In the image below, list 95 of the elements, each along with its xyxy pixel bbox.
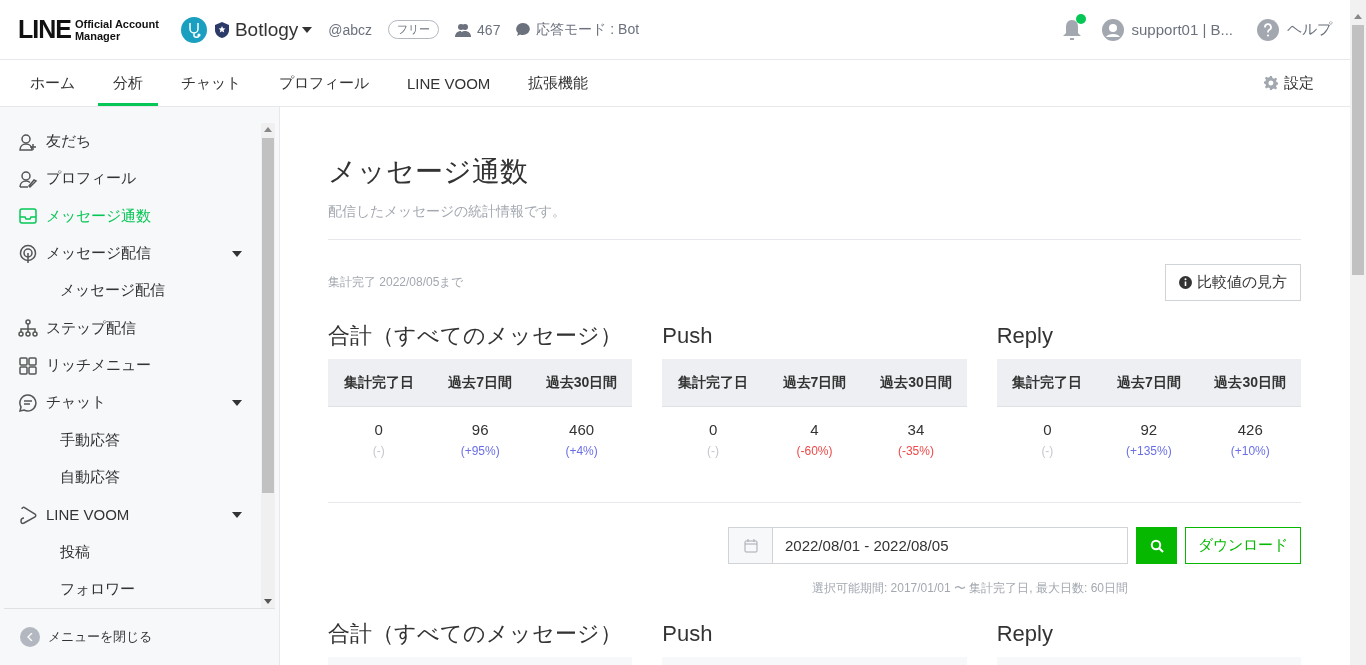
grid-icon bbox=[18, 355, 38, 376]
settings-icon bbox=[1264, 76, 1278, 90]
chat-bubble-icon bbox=[18, 392, 38, 413]
table-cell: 0 bbox=[374, 421, 383, 438]
change-percent: (-) bbox=[1041, 444, 1054, 458]
change-percent: (-60%) bbox=[796, 444, 833, 458]
sidebar-scrollbar[interactable] bbox=[261, 123, 275, 608]
nav-tab[interactable]: 拡張機能 bbox=[513, 60, 604, 106]
table-cell: 426 bbox=[1237, 421, 1263, 438]
play-icon bbox=[18, 504, 38, 525]
sidebar-subitem[interactable]: フォロワー bbox=[18, 570, 242, 609]
search-button[interactable] bbox=[1136, 527, 1177, 564]
person-plus-icon bbox=[18, 131, 38, 152]
table-cell: 4 bbox=[810, 421, 819, 438]
logo-wordmark: LINE bbox=[18, 15, 71, 44]
account-id: @abcz bbox=[328, 21, 373, 38]
settings-link[interactable]: 設定 bbox=[1258, 60, 1320, 106]
sidebar-subitem[interactable]: 手動応答 bbox=[18, 421, 242, 459]
column-header: 集計完了日 bbox=[996, 359, 1099, 407]
info-icon bbox=[1179, 276, 1192, 289]
help-link[interactable]: ヘルプ bbox=[1257, 18, 1332, 41]
section-title: Reply bbox=[996, 620, 1054, 648]
section-title: Push bbox=[662, 322, 714, 350]
scroll-up-icon[interactable] bbox=[1354, 14, 1362, 19]
column-header: 過去30日間 bbox=[865, 359, 967, 407]
column-header: 集計完了日 bbox=[662, 359, 764, 407]
sidebar-item[interactable]: メッセージ配信 bbox=[18, 234, 242, 273]
column-header: 過去30日間 bbox=[530, 359, 633, 407]
account-switcher[interactable]: Botlogy bbox=[234, 18, 313, 41]
page-title: メッセージ通数 bbox=[328, 155, 529, 189]
logo-subtitle: Official Account Manager bbox=[74, 17, 159, 42]
change-percent: (+135%) bbox=[1125, 444, 1172, 458]
close-menu-button[interactable]: メニューを閉じる bbox=[0, 609, 279, 665]
sidebar-item[interactable]: リッチメニュー bbox=[18, 346, 242, 385]
section-title: 合計（すべてのメッセージ） bbox=[328, 620, 623, 648]
caret-icon bbox=[232, 399, 242, 406]
table-cell: 460 bbox=[569, 421, 595, 438]
user-menu[interactable]: support01 | B... bbox=[1101, 18, 1233, 41]
shield-icon bbox=[214, 21, 229, 38]
help-icon bbox=[1257, 18, 1279, 41]
sidebar-item[interactable]: 友だち bbox=[18, 123, 242, 161]
section-title: Reply bbox=[996, 322, 1054, 350]
chat-bubble-icon bbox=[516, 22, 531, 37]
range-note: 選択可能期間: 2017/01/01 〜 集計完了日, 最大日数: 60日間 bbox=[810, 580, 1128, 597]
nav-tab[interactable]: プロフィール bbox=[264, 60, 384, 106]
page-subtitle: 配信したメッセージの統計情報です。 bbox=[328, 203, 1301, 240]
account-avatar bbox=[180, 16, 207, 43]
caret-icon bbox=[232, 511, 242, 518]
sidebar-item[interactable]: プロフィール bbox=[18, 160, 242, 198]
sidebar-item[interactable]: チャット bbox=[18, 384, 242, 422]
caret-icon bbox=[232, 250, 242, 257]
caret-icon bbox=[302, 26, 313, 33]
date-range-picker[interactable]: 2022/08/01 - 2022/08/05 bbox=[728, 527, 1128, 564]
scroll-down-icon[interactable] bbox=[264, 599, 272, 604]
search-icon bbox=[1149, 538, 1164, 553]
broadcast-icon bbox=[18, 243, 38, 264]
change-percent: (+4%) bbox=[565, 444, 598, 458]
inbox-icon bbox=[18, 206, 38, 227]
chevron-left-icon bbox=[20, 627, 40, 647]
table-cell: 0 bbox=[708, 421, 718, 438]
table-cell: 92 bbox=[1140, 421, 1158, 438]
scroll-up-icon[interactable] bbox=[264, 127, 272, 132]
user-avatar-icon bbox=[1101, 18, 1124, 41]
comparison-help-button[interactable]: 比較値の見方 bbox=[1165, 264, 1301, 301]
people-icon bbox=[455, 22, 472, 37]
section-title: Push bbox=[662, 620, 714, 648]
column-header: 過去7日間 bbox=[429, 359, 531, 407]
nav-tab[interactable]: チャット bbox=[166, 60, 256, 106]
change-percent: (-35%) bbox=[897, 444, 934, 458]
person-pencil-icon bbox=[18, 168, 38, 189]
change-percent: (+95%) bbox=[460, 444, 500, 458]
table-cell: 34 bbox=[907, 421, 925, 438]
change-percent: (-) bbox=[372, 444, 385, 458]
hierarchy-icon bbox=[18, 318, 38, 339]
section-title: 合計（すべてのメッセージ） bbox=[328, 322, 623, 350]
change-percent: (+10%) bbox=[1230, 444, 1270, 458]
sidebar-subitem[interactable]: 投稿 bbox=[18, 533, 242, 571]
friend-count: 467 bbox=[477, 21, 501, 38]
table-cell: 96 bbox=[471, 421, 489, 438]
column-header: 過去7日間 bbox=[1098, 359, 1200, 407]
sidebar-subitem[interactable]: メッセージ配信 bbox=[18, 272, 242, 310]
sidebar-item[interactable]: LINE VOOM bbox=[18, 496, 242, 534]
column-header: 過去7日間 bbox=[763, 359, 866, 407]
response-mode: 応答モード : Bot bbox=[536, 20, 640, 39]
nav-tab[interactable]: ホーム bbox=[15, 60, 90, 106]
change-percent: (-) bbox=[707, 444, 720, 458]
sidebar-subitem[interactable]: 自動応答 bbox=[18, 458, 242, 497]
column-header: 過去30日間 bbox=[1199, 359, 1301, 407]
table-cell: 0 bbox=[1043, 421, 1052, 438]
column-header: 集計完了日 bbox=[328, 359, 430, 407]
page-scrollbar[interactable] bbox=[1350, 0, 1366, 665]
calendar-icon bbox=[743, 538, 758, 553]
sidebar-item[interactable]: ステップ配信 bbox=[18, 309, 242, 347]
nav-tab[interactable]: LINE VOOM bbox=[392, 60, 506, 106]
aggregation-status: 集計完了 2022/08/05まで bbox=[328, 274, 464, 291]
